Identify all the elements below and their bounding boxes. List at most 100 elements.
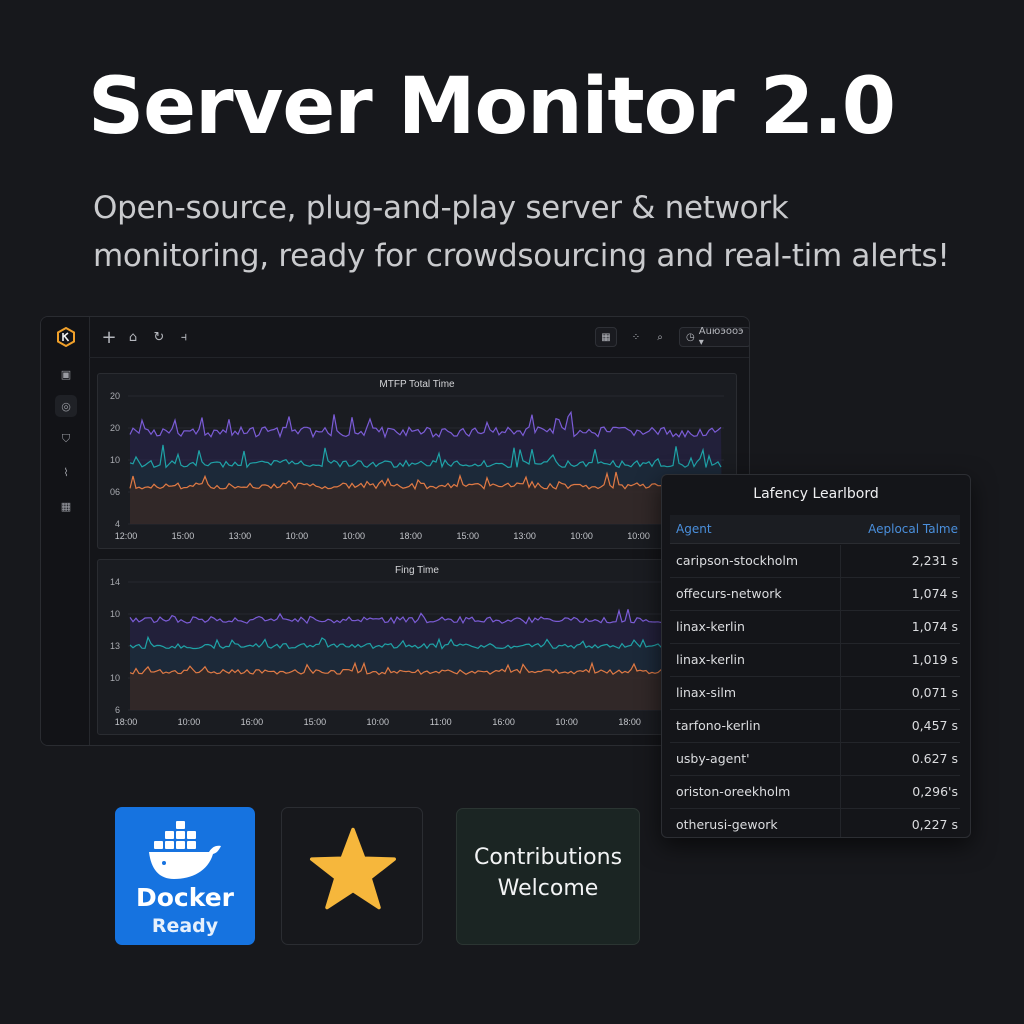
latency-value: 1,074 s xyxy=(911,619,958,634)
search-icon[interactable]: ⌕ xyxy=(649,327,671,347)
latency-value: 1,019 s xyxy=(911,652,958,667)
x-tick-label: 10:00 xyxy=(570,531,593,541)
latency-value: 1,074 s xyxy=(911,586,958,601)
agent-name: oriston-oreekholm xyxy=(676,784,791,799)
y-tick-label: 06 xyxy=(110,487,120,497)
contributions-line-1: Contributions xyxy=(473,845,623,870)
x-tick-label: 10:00 xyxy=(555,717,578,727)
latency-value: 0,457 s xyxy=(911,718,958,733)
dashboard-window: ▣ ◎ ⛉ ⌇ ▦ + ⌂ ↻ ⫞ ▦ ⁘ ⌕ ◷ Auюэооэ ▾ ⌄ MT… xyxy=(40,316,750,746)
agent-name: offecurs-network xyxy=(676,586,782,601)
leaderboard-row[interactable]: caripson-stockholm 2,231 s xyxy=(670,545,960,578)
shield-icon[interactable]: ⛉ xyxy=(55,428,77,450)
hero-subtitle-line-2: monitoring, ready for crowdsourcing and … xyxy=(93,238,950,274)
x-tick-label: 18:00 xyxy=(115,717,138,727)
column-value[interactable]: Aeplocal Talme xyxy=(868,522,958,536)
chart-panel-1[interactable]: MTFP Total Time 20 20 10 06 4 12:00 15:00 13:00… xyxy=(97,373,737,549)
star-icon xyxy=(309,827,396,910)
agent-name: linax-silm xyxy=(676,685,737,700)
latency-leaderboard: Lafency Learlbord Agent Aeplocal Talme c… xyxy=(661,474,971,838)
agent-name: linax-kerlin xyxy=(676,619,745,634)
dashboard-icon[interactable]: ▣ xyxy=(55,363,77,385)
agent-name: usby-agent' xyxy=(676,751,750,766)
column-divider xyxy=(840,809,841,837)
docker-badge: Docker Ready xyxy=(115,807,255,945)
y-tick-label: 10 xyxy=(110,609,120,619)
leaderboard-row[interactable]: linax-silm 0,071 s xyxy=(670,677,960,710)
y-tick-label: 10 xyxy=(110,455,120,465)
y-tick-label: 6 xyxy=(115,705,120,715)
contributions-badge[interactable]: Contributions Welcome xyxy=(456,808,640,945)
y-tick-label: 20 xyxy=(110,423,120,433)
column-divider xyxy=(840,545,841,577)
star-badge[interactable] xyxy=(281,807,423,945)
hero-subtitle-line-1: Open-source, plug-and-play server & netw… xyxy=(93,190,789,226)
column-divider xyxy=(840,677,841,709)
column-agent[interactable]: Agent xyxy=(676,522,712,536)
home-icon[interactable]: ⌂ xyxy=(125,327,141,347)
y-tick-label: 20 xyxy=(110,391,120,401)
activity-icon[interactable]: ⌇ xyxy=(55,461,77,483)
dashboard-toolbar: + ⌂ ↻ ⫞ ▦ ⁘ ⌕ ◷ Auюэооэ ▾ ⌄ xyxy=(89,317,749,358)
grid-icon[interactable]: ▦ xyxy=(55,495,77,517)
y-tick-label: 13 xyxy=(110,641,120,651)
latency-value: 0,071 s xyxy=(911,685,958,700)
x-tick-label: 15:00 xyxy=(172,531,195,541)
x-tick-label: 10:00 xyxy=(178,717,201,727)
dashboard-sidebar: ▣ ◎ ⛉ ⌇ ▦ xyxy=(41,317,90,745)
agent-name: otherusi-gework xyxy=(676,817,778,832)
column-divider xyxy=(840,743,841,775)
x-tick-label: 10:00 xyxy=(286,531,309,541)
latency-value: 0.627 s xyxy=(911,751,958,766)
leaderboard-row[interactable]: linax-kerlin 1,019 s xyxy=(670,644,960,677)
logo-icon[interactable] xyxy=(57,327,75,347)
latency-value: 2,231 s xyxy=(911,553,958,568)
x-tick-label: 12:00 xyxy=(115,531,138,541)
leaderboard-title: Lafency Learlbord xyxy=(753,486,879,502)
leaderboard-header: Agent Aeplocal Talme xyxy=(670,515,960,544)
agent-name: tarfono-kerlin xyxy=(676,718,761,733)
clock-icon: ◷ xyxy=(686,331,695,343)
x-tick-label: 15:00 xyxy=(456,531,479,541)
latency-value: 0,296's xyxy=(912,784,958,799)
x-tick-label: 10:00 xyxy=(367,717,390,727)
globe-icon[interactable]: ◎ xyxy=(55,395,77,417)
docker-badge-title: Docker xyxy=(136,883,234,912)
contributions-line-2: Welcome xyxy=(497,876,599,901)
hero-subtitle: Open-source, plug-and-play server & netw… xyxy=(93,184,993,280)
add-icon[interactable]: + xyxy=(99,327,119,348)
x-tick-label: 13:00 xyxy=(229,531,252,541)
y-tick-label: 14 xyxy=(110,577,120,587)
leaderboard-row[interactable]: otherusi-gework 0,227 s xyxy=(670,809,960,837)
panel-grid-button[interactable]: ▦ xyxy=(595,327,617,347)
hero-title: Server Monitor 2.0 xyxy=(88,62,896,152)
x-tick-label: 15:00 xyxy=(304,717,327,727)
refresh-icon[interactable]: ↻ xyxy=(151,327,167,347)
split-icon[interactable]: ⫞ xyxy=(175,327,193,347)
x-tick-label: 10:00 xyxy=(343,531,366,541)
docker-badge-subtitle: Ready xyxy=(151,915,219,937)
time-picker[interactable]: ◷ Auюэооэ ▾ xyxy=(679,326,749,348)
contributions-text: Contributions Welcome xyxy=(457,842,639,904)
column-divider xyxy=(840,578,841,610)
leaderboard-row[interactable]: tarfono-kerlin 0,457 s xyxy=(670,710,960,743)
apps-icon[interactable]: ⁘ xyxy=(625,327,647,347)
time-picker-label: Auюэооэ ▾ xyxy=(698,326,744,348)
column-divider xyxy=(840,644,841,676)
x-tick-label: 16:00 xyxy=(241,717,264,727)
leaderboard-row[interactable]: linax-kerlin 1,074 s xyxy=(670,611,960,644)
x-tick-label: 10:00 xyxy=(627,531,650,541)
docker-whale-icon xyxy=(149,821,221,879)
agent-name: caripson-stockholm xyxy=(676,553,799,568)
y-tick-label: 10 xyxy=(110,673,120,683)
y-tick-label: 4 xyxy=(115,519,120,529)
panel-1-chart: 20 20 10 06 4 12:00 15:00 13:00 10:00 10:00 18:00 1… xyxy=(110,391,724,541)
column-divider xyxy=(840,776,841,808)
leaderboard-row[interactable]: offecurs-network 1,074 s xyxy=(670,578,960,611)
chart-panel-2[interactable]: Fing Time 14 10 13 10 6 18:00 10:00 16:00 15:00 1… xyxy=(97,559,737,735)
leaderboard-rows: caripson-stockholm 2,231 s offecurs-networ… xyxy=(670,545,960,837)
leaderboard-row[interactable]: usby-agent' 0.627 s xyxy=(670,743,960,776)
x-tick-label: 18:00 xyxy=(399,531,422,541)
leaderboard-row[interactable]: oriston-oreekholm 0,296's xyxy=(670,776,960,809)
latency-value: 0,227 s xyxy=(911,817,958,832)
